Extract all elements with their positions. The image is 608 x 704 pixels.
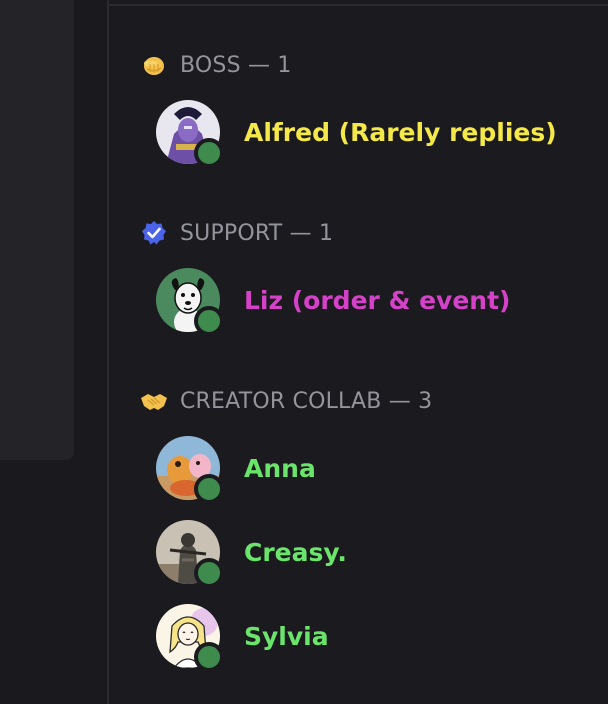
member-name[interactable]: Liz (order & event) [244,286,510,315]
member-name[interactable]: Sylvia [244,622,329,651]
channel-card [0,0,74,460]
member-name[interactable]: Alfred (Rarely replies) [244,118,557,147]
pane-divider [107,0,109,704]
group-header-boss: BOSS — 1 [140,50,292,80]
avatar[interactable] [156,268,224,336]
member-name[interactable]: Anna [244,454,316,483]
group-header-support: SUPPORT — 1 [140,218,333,248]
online-status-dot [194,138,224,168]
avatar[interactable] [156,436,224,504]
member-item-creasy[interactable]: Creasy. [156,520,347,588]
online-status-dot [194,474,224,504]
channel-pane [0,0,107,704]
group-header-creator-collab: CREATOR COLLAB — 3 [140,386,432,416]
group-header-label: SUPPORT — 1 [180,220,334,246]
verified-badge-icon [140,219,168,247]
avatar[interactable] [156,604,224,672]
online-status-dot [194,306,224,336]
avatar[interactable] [156,100,224,168]
member-item-liz[interactable]: Liz (order & event) [156,268,510,336]
member-item-alfred[interactable]: Alfred (Rarely replies) [156,100,557,168]
group-header-label: BOSS — 1 [180,52,292,78]
member-item-sylvia[interactable]: Sylvia [156,604,329,672]
pointing-hand-icon [140,51,168,79]
online-status-dot [194,642,224,672]
group-header-label: CREATOR COLLAB — 3 [180,388,433,414]
member-item-anna[interactable]: Anna [156,436,316,504]
member-name[interactable]: Creasy. [244,538,347,567]
handshake-icon [140,387,168,415]
online-status-dot [194,558,224,588]
top-divider [109,4,608,6]
avatar[interactable] [156,520,224,588]
